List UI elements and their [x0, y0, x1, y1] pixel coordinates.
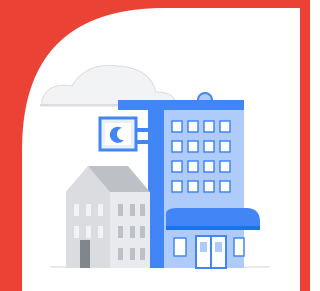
gray-building-door [80, 240, 90, 268]
door-icon [195, 235, 227, 269]
illustration-card [0, 0, 310, 291]
awning-icon [166, 208, 260, 230]
hotel-illustration [0, 0, 310, 291]
gray-building [66, 166, 150, 268]
